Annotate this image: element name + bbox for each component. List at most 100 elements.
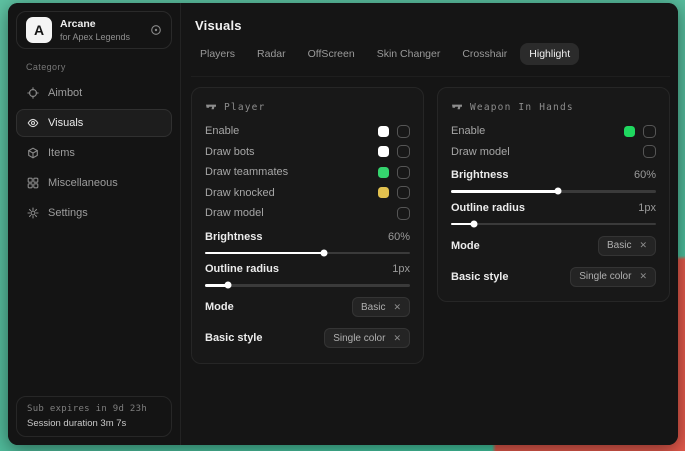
slider-track[interactable] xyxy=(205,252,410,255)
sub-expiry-text: Sub expires in 9d 23h xyxy=(27,404,161,414)
slider-fill xyxy=(451,190,558,193)
slider-outline-radius: Outline radius1px xyxy=(205,263,410,287)
session-duration-text: Session duration 3m 7s xyxy=(27,418,161,429)
color-swatch[interactable] xyxy=(378,167,389,178)
checkbox[interactable] xyxy=(397,145,410,158)
color-swatch[interactable] xyxy=(378,187,389,198)
gun-icon xyxy=(451,101,463,113)
slider-labels: Brightness 60% xyxy=(451,169,656,181)
toggle-controls xyxy=(378,186,410,199)
chip-single-color[interactable]: Single color✕ xyxy=(570,267,656,287)
toggle-row-draw-model: Draw model xyxy=(451,142,656,163)
gun-icon xyxy=(205,101,217,113)
app-window: A Arcane for Apex Legends Category Aimbo… xyxy=(8,3,678,445)
target-icon[interactable] xyxy=(150,24,162,36)
slider-thumb[interactable] xyxy=(470,220,477,227)
sidebar-item-settings[interactable]: Settings xyxy=(16,199,172,227)
chip-label: Basic xyxy=(361,302,385,313)
color-swatch[interactable] xyxy=(378,126,389,137)
slider-thumb[interactable] xyxy=(224,282,231,289)
slider-track[interactable] xyxy=(205,284,410,287)
sidebar-item-aimbot[interactable]: Aimbot xyxy=(16,79,172,107)
panels: PlayerEnableDraw botsDraw teammatesDraw … xyxy=(191,87,670,364)
checkbox[interactable] xyxy=(397,186,410,199)
eye-icon xyxy=(27,117,39,129)
toggle-label: Draw teammates xyxy=(205,166,288,178)
slider-track[interactable] xyxy=(451,223,656,226)
toggle-controls xyxy=(397,207,410,220)
checkbox[interactable] xyxy=(397,166,410,179)
color-swatch[interactable] xyxy=(624,126,635,137)
toggle-label: Enable xyxy=(451,125,485,137)
slider-thumb[interactable] xyxy=(554,188,561,195)
chip-basic[interactable]: Basic ✕ xyxy=(598,236,656,256)
tab-crosshair[interactable]: Crosshair xyxy=(453,43,516,65)
chip-row-label: Mode xyxy=(451,240,480,252)
toggle-controls xyxy=(378,125,410,138)
tab-offscreen[interactable]: OffScreen xyxy=(299,43,364,65)
box-icon xyxy=(27,147,39,159)
app-titles: Arcane for Apex Legends xyxy=(60,18,130,42)
color-swatch[interactable] xyxy=(378,146,389,157)
slider-value: 60% xyxy=(634,169,656,181)
slider-track[interactable] xyxy=(451,190,656,193)
panel-player: PlayerEnableDraw botsDraw teammatesDraw … xyxy=(191,87,424,364)
crosshair-icon xyxy=(27,87,39,99)
sidebar-item-label: Miscellaneous xyxy=(48,177,118,189)
slider-labels: Outline radius1px xyxy=(451,202,656,214)
chip-row-basic-style: Basic style Single color✕ xyxy=(205,327,410,350)
panel-title: Weapon In Hands xyxy=(470,102,574,113)
chip-label: Basic xyxy=(607,240,631,251)
panel-weapon-in-hands: Weapon In Hands Enable Draw model Brightnes… xyxy=(437,87,670,302)
chip-single-color[interactable]: Single color✕ xyxy=(324,328,410,348)
sidebar-item-label: Aimbot xyxy=(48,87,82,99)
toggle-label: Draw model xyxy=(451,146,510,158)
slider-thumb[interactable] xyxy=(320,249,327,256)
toggle-row-draw-teammates: Draw teammates xyxy=(205,162,410,183)
toggle-row-enable: Enable xyxy=(205,121,410,142)
sidebar-header: A Arcane for Apex Legends xyxy=(16,11,172,49)
slider-brightness: Brightness 60% xyxy=(205,231,410,255)
slider-labels: Outline radius1px xyxy=(205,263,410,275)
slider-value: 60% xyxy=(388,231,410,243)
checkbox[interactable] xyxy=(397,125,410,138)
slider-label: Brightness xyxy=(205,231,262,243)
chip-row-mode: Mode Basic ✕ xyxy=(451,234,656,257)
tab-skin-changer[interactable]: Skin Changer xyxy=(368,43,450,65)
toggle-label: Draw bots xyxy=(205,146,255,158)
sidebar-item-label: Visuals xyxy=(48,117,83,129)
chip-row-mode: Mode Basic ✕ xyxy=(205,296,410,319)
sidebar-item-miscellaneous[interactable]: Miscellaneous xyxy=(16,169,172,197)
slider-outline-radius: Outline radius1px xyxy=(451,202,656,226)
sidebar-item-items[interactable]: Items xyxy=(16,139,172,167)
sidebar-item-visuals[interactable]: Visuals xyxy=(16,109,172,137)
checkbox[interactable] xyxy=(643,125,656,138)
sidebar: A Arcane for Apex Legends Category Aimbo… xyxy=(8,3,181,445)
chip-basic[interactable]: Basic ✕ xyxy=(352,297,410,317)
main-header: Visuals PlayersRadarOffScreenSkin Change… xyxy=(191,18,670,77)
main-area: Visuals PlayersRadarOffScreenSkin Change… xyxy=(181,3,678,445)
close-icon[interactable]: ✕ xyxy=(639,272,647,281)
slider-labels: Brightness 60% xyxy=(205,231,410,243)
slider-label: Brightness xyxy=(451,169,508,181)
panel-header-weapon-in-hands: Weapon In Hands xyxy=(451,101,656,113)
tab-radar[interactable]: Radar xyxy=(248,43,295,65)
subscription-box: Sub expires in 9d 23h Session duration 3… xyxy=(16,396,172,437)
sidebar-item-label: Items xyxy=(48,147,75,159)
tab-highlight[interactable]: Highlight xyxy=(520,43,579,65)
close-icon[interactable]: ✕ xyxy=(393,303,401,312)
chip-row-label: Mode xyxy=(205,301,234,313)
toggle-controls xyxy=(624,125,656,138)
gear-icon xyxy=(27,207,39,219)
tab-players[interactable]: Players xyxy=(191,43,244,65)
close-icon[interactable]: ✕ xyxy=(393,334,401,343)
checkbox[interactable] xyxy=(397,207,410,220)
toggle-row-draw-bots: Draw bots xyxy=(205,142,410,163)
close-icon[interactable]: ✕ xyxy=(639,241,647,250)
toggle-label: Draw knocked xyxy=(205,187,275,199)
slider-label: Outline radius xyxy=(205,263,279,275)
category-label: Category xyxy=(26,62,162,72)
chip-row-label: Basic style xyxy=(205,332,262,344)
checkbox[interactable] xyxy=(643,145,656,158)
page-title: Visuals xyxy=(195,18,670,33)
